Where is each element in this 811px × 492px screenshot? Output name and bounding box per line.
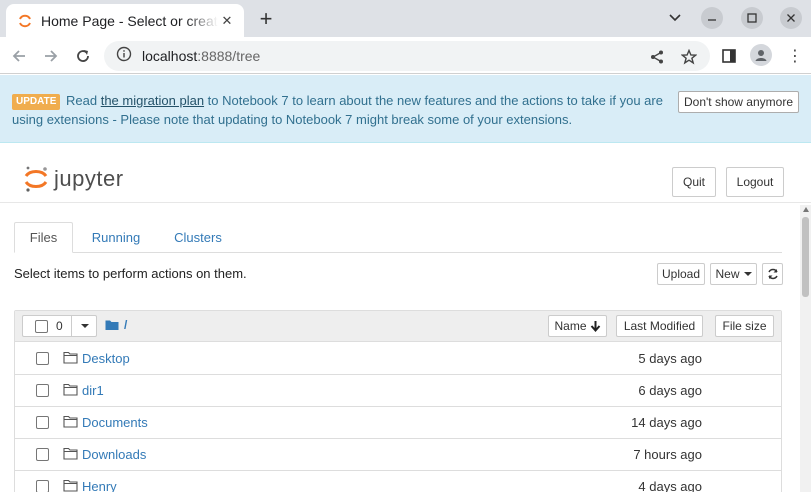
caret-down-icon [743,272,752,276]
browser-toolbar: localhost:8888/tree ⋮ [0,37,811,74]
item-modified: 5 days ago [638,351,702,366]
dont-show-anymore-button[interactable]: Don't show anymore [678,91,799,113]
row-checkbox[interactable] [36,384,49,397]
tab-files[interactable]: Files [14,222,73,253]
selected-count: 0 [56,319,63,333]
refresh-button[interactable] [762,263,783,285]
selection-hint: Select items to perform actions on them. [14,266,247,281]
row-checkbox[interactable] [36,480,49,492]
close-tab-icon[interactable]: ✕ [218,12,236,30]
window-close-icon[interactable] [780,7,802,29]
file-list: 0 / Name Last Modified File size Desktop… [14,310,782,492]
side-panel-icon[interactable] [720,47,738,65]
item-modified: 7 hours ago [633,447,702,462]
row-checkbox[interactable] [36,352,49,365]
folder-icon [105,320,119,330]
list-item[interactable]: Henry 4 days ago [15,471,781,492]
item-name-link[interactable]: Henry [82,479,117,492]
item-name-link[interactable]: dir1 [82,383,104,398]
sort-by-file-size-button[interactable]: File size [715,315,774,337]
scrollbar-thumb[interactable] [802,217,809,297]
update-badge: UPDATE [12,94,61,110]
bookmark-star-icon[interactable] [680,48,698,66]
browser-menu-icon[interactable]: ⋮ [786,45,804,67]
update-banner: UPDATE Read the migration plan to Notebo… [0,75,811,143]
file-list-header: 0 / Name Last Modified File size [15,311,781,342]
url-text: localhost:8888/tree [142,48,261,64]
quit-button[interactable]: Quit [672,167,716,197]
browser-tabstrip: Home Page - Select or create a notebook … [0,0,811,37]
item-modified: 4 days ago [638,479,702,492]
breadcrumb-root[interactable]: / [124,318,127,332]
row-checkbox[interactable] [36,416,49,429]
share-icon[interactable] [648,48,666,66]
folder-icon [63,351,78,364]
tab-title: Home Page - Select or create a notebook [41,12,218,29]
upload-button[interactable]: Upload [657,263,705,285]
new-tab-icon[interactable]: + [254,8,278,30]
list-item[interactable]: dir1 6 days ago [15,375,781,407]
list-item[interactable]: Desktop 5 days ago [15,343,781,375]
item-name-link[interactable]: Desktop [82,351,130,366]
banner-text-before: Read [66,93,101,108]
list-item[interactable]: Downloads 7 hours ago [15,439,781,471]
jupyter-header: jupyter Quit Logout [0,143,811,203]
logout-button[interactable]: Logout [726,167,784,197]
address-bar[interactable]: localhost:8888/tree [104,41,710,71]
folder-icon [63,383,78,396]
item-modified: 6 days ago [638,383,702,398]
jupyter-favicon-icon [17,13,33,29]
notebook-tabs: Files Running Clusters [14,222,782,253]
sort-name-label: Name [554,319,587,333]
list-item[interactable]: Documents 14 days ago [15,407,781,439]
refresh-icon [767,268,778,280]
site-info-icon[interactable] [116,46,132,67]
caret-down-icon [80,324,89,328]
minimize-icon[interactable] [701,7,723,29]
tab-search-icon[interactable] [664,7,686,29]
item-name-link[interactable]: Downloads [82,447,146,462]
jupyter-wordmark: jupyter [54,166,124,191]
row-checkbox[interactable] [36,448,49,461]
browser-tab[interactable]: Home Page - Select or create a notebook … [6,4,244,37]
migration-plan-link[interactable]: the migration plan [101,93,204,108]
back-icon[interactable] [6,43,32,69]
new-dropdown-button[interactable]: New [710,263,757,285]
tab-clusters[interactable]: Clusters [162,222,234,253]
forward-icon[interactable] [38,43,64,69]
folder-icon [63,415,78,428]
tab-running[interactable]: Running [80,222,152,253]
page-content: UPDATE Read the migration plan to Notebo… [0,75,811,492]
page-scrollbar[interactable] [800,205,811,492]
new-button-label: New [715,267,740,281]
jupyter-logo-icon [24,166,48,192]
item-name-link[interactable]: Documents [82,415,148,430]
breadcrumb[interactable]: / [105,318,127,332]
select-all-control[interactable]: 0 [22,315,97,337]
sort-by-name-button[interactable]: Name [548,315,607,337]
select-all-checkbox[interactable] [35,319,48,333]
select-menu-toggle[interactable] [71,316,97,336]
scroll-up-arrow-icon[interactable] [803,207,809,212]
profile-avatar-icon[interactable] [750,44,772,66]
reload-icon[interactable] [70,43,96,69]
folder-icon [63,447,78,460]
folder-icon [63,479,78,492]
sort-by-last-modified-button[interactable]: Last Modified [616,315,703,337]
item-modified: 14 days ago [631,415,702,430]
banner-message: UPDATE Read the migration plan to Notebo… [12,91,672,129]
arrow-down-icon [590,321,600,332]
maximize-icon[interactable] [741,7,763,29]
jupyter-logo[interactable]: jupyter [24,165,124,193]
